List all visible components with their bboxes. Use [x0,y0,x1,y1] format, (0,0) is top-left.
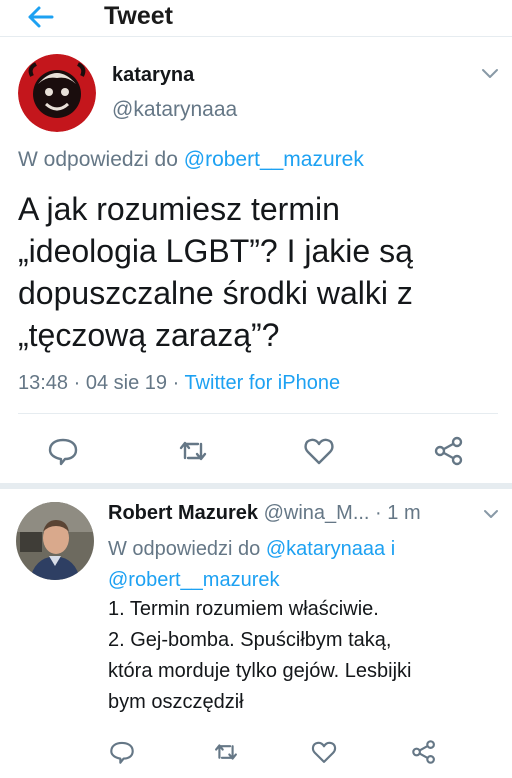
tweet-text-line: która morduje tylko gejów. Lesbijki [108,660,412,682]
meta-dot: · [68,372,86,394]
tweet-text-line: 2. Gej-bomba. Spuściłbym taką, [108,629,392,651]
retweet-icon[interactable] [212,738,240,766]
reply-icon[interactable] [46,434,80,468]
tweet-text-line: „tęczową zarazą”? [18,317,280,353]
author-handle[interactable]: @katarynaaa [112,98,237,122]
tweet-meta: 13:48 · 04 sie 19 · Twitter for iPhone [18,372,340,395]
tweet-text-line: 1. Termin rozumiem właściwie. [108,598,379,620]
tweet-time: 13:48 [18,372,69,394]
avatar[interactable] [16,502,94,580]
share-icon[interactable] [432,434,466,468]
author-name[interactable]: Robert Mazurek [108,502,258,524]
reply-prefix: W odpowiedzi do [108,538,266,560]
reply-context: W odpowiedzi do @katarynaaa i @robert__m… [108,534,498,596]
top-bar: Tweet [0,0,512,37]
page-title: Tweet [104,2,173,30]
reply-context: W odpowiedzi do @robert__mazurek [18,148,364,172]
reply-prefix: W odpowiedzi do [18,148,184,171]
tweet-date: 04 sie 19 [85,372,168,394]
like-icon[interactable] [310,738,338,766]
tweet-text-line: dopuszczalne środki walki z [18,275,413,311]
reply-to-link[interactable]: @katarynaaa [266,538,385,560]
like-icon[interactable] [302,434,336,468]
divider [18,413,498,414]
tweet-time: · 1 m [369,502,421,524]
tweet-text: A jak rozumiesz termin „ideologia LGBT”?… [18,188,498,356]
reply-to-link[interactable]: @robert__mazurek [108,569,279,591]
chevron-down-icon[interactable] [482,507,500,521]
reply-icon[interactable] [108,738,136,766]
author-name[interactable]: kataryna [112,64,194,87]
tweet-text-line: „ideologia LGBT”? I jakie są [18,233,413,269]
tweet-header: Robert Mazurek @wina_M... · 1 m [108,502,421,525]
arrow-left-icon[interactable] [22,2,58,32]
tweet-text-line: A jak rozumiesz termin [18,191,340,227]
avatar[interactable] [18,54,96,132]
section-divider [0,483,512,489]
share-icon[interactable] [410,738,438,766]
author-handle[interactable]: @wina_M... [264,502,370,524]
reply-to-link[interactable]: @robert__mazurek [184,148,364,171]
tweet-text: 1. Termin rozumiem właściwie. 2. Gej-bom… [108,594,411,718]
chevron-down-icon[interactable] [480,66,500,82]
tweet-source[interactable]: Twitter for iPhone [184,372,340,394]
reply-and: i [385,538,396,560]
tweet-text-line: bym oszczędził [108,691,244,713]
retweet-icon[interactable] [176,434,210,468]
meta-dot: · [167,372,185,394]
